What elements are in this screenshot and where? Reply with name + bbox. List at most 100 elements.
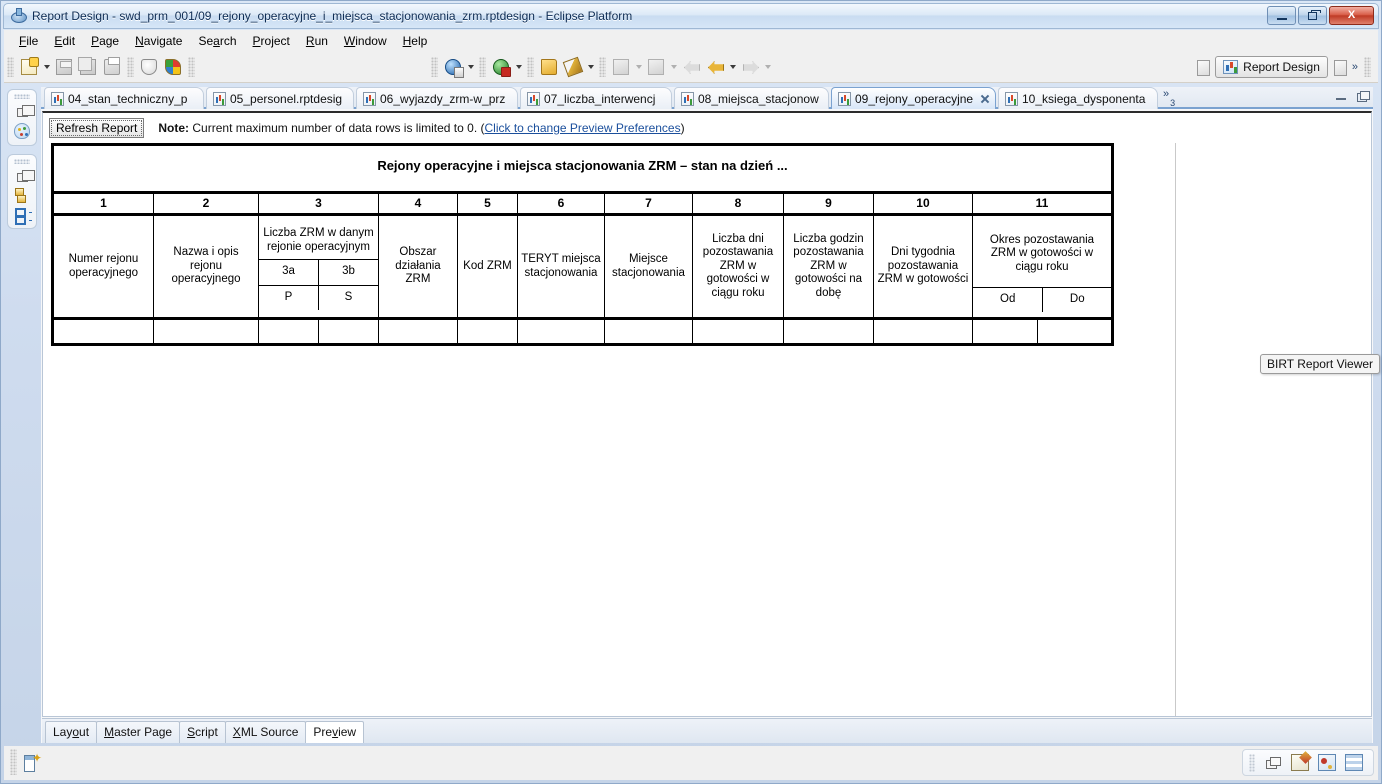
editor-page-tabs: Layout Master Page Script XML Source Pre… xyxy=(42,718,1372,743)
menu-search[interactable]: Search xyxy=(191,32,243,50)
toolbar-grip[interactable] xyxy=(599,56,606,77)
menu-edit[interactable]: Edit xyxy=(47,32,82,50)
rail-grip[interactable] xyxy=(14,159,30,164)
menu-project[interactable]: Project xyxy=(246,32,297,50)
cell-3a-p xyxy=(258,318,319,346)
rail-grip[interactable] xyxy=(14,94,30,99)
marker-icon[interactable] xyxy=(562,56,584,78)
other-perspective-icon[interactable] xyxy=(1331,57,1349,77)
editor-tab-09-active[interactable]: 09_rejony_operacyjne xyxy=(831,87,996,109)
perspective-overflow-icon[interactable]: » xyxy=(1352,61,1358,73)
last-edit-location-icon[interactable] xyxy=(680,56,702,78)
editor-tab-label: 08_miejsca_stacjonow xyxy=(698,91,819,106)
editor-tab-label: 05_personel.rptdesig xyxy=(230,91,343,106)
menu-navigate[interactable]: Navigate xyxy=(128,32,189,50)
report-design-icon[interactable] xyxy=(1318,754,1336,771)
note-prefix: Note: xyxy=(158,121,190,135)
maximize-editor-icon[interactable] xyxy=(1356,90,1370,102)
open-resource-icon[interactable] xyxy=(538,56,560,78)
editor-tab-07[interactable]: 07_liczba_interwencj xyxy=(520,87,672,109)
menu-window[interactable]: Window xyxy=(337,32,394,50)
marker-dropdown-icon[interactable] xyxy=(585,56,596,78)
restore-view-icon[interactable] xyxy=(16,105,35,117)
run-icon[interactable] xyxy=(490,56,512,78)
close-icon[interactable] xyxy=(979,93,991,105)
data-grid-icon[interactable] xyxy=(1345,754,1363,771)
selection-mode-icon xyxy=(22,751,42,772)
toolbar-grip[interactable] xyxy=(127,56,134,77)
editor-tab-overflow[interactable]: » 3 xyxy=(1163,88,1175,108)
report-file-icon xyxy=(681,91,694,106)
editor-tab-10[interactable]: 10_ksiega_dysponenta xyxy=(998,87,1158,109)
restore-trim-icon[interactable] xyxy=(1264,754,1282,771)
run-dropdown-icon[interactable] xyxy=(513,56,524,78)
previous-annotation-dropdown-icon[interactable] xyxy=(633,56,644,78)
property-list-icon[interactable] xyxy=(14,208,30,225)
print-icon[interactable] xyxy=(101,56,123,78)
status-grip[interactable] xyxy=(10,749,17,775)
preview-icon[interactable] xyxy=(138,56,160,78)
forward-icon[interactable] xyxy=(739,56,761,78)
outline-view-icon[interactable] xyxy=(14,188,30,203)
save-all-icon[interactable] xyxy=(77,56,99,78)
palette-view-icon[interactable] xyxy=(14,123,30,139)
colnum-6: 6 xyxy=(516,191,605,216)
restore-view-icon[interactable] xyxy=(16,170,35,182)
cell-obszar xyxy=(377,318,458,346)
minimize-editor-icon[interactable] xyxy=(1335,90,1348,102)
status-trim-grip[interactable] xyxy=(1249,753,1255,772)
menu-file[interactable]: File xyxy=(12,32,45,50)
save-icon[interactable] xyxy=(53,56,75,78)
open-perspective-icon[interactable] xyxy=(1194,57,1212,77)
header-sub-p: P xyxy=(259,285,319,310)
edit-report-icon[interactable] xyxy=(1291,754,1309,771)
perspective-report-design[interactable]: Report Design xyxy=(1215,56,1328,78)
okres-title-row: Okres pozostawania ZRM w gotowości w cią… xyxy=(972,221,1111,288)
editor-tab-05[interactable]: 05_personel.rptdesig xyxy=(206,87,354,109)
forward-dropdown-icon[interactable] xyxy=(762,56,773,78)
cell-kod-zrm xyxy=(456,318,518,346)
report-header-row: Numer rejonu operacyjnego Nazwa i opis r… xyxy=(51,214,1115,320)
back-icon[interactable] xyxy=(704,56,726,78)
tab-preview[interactable]: Preview xyxy=(305,721,365,743)
tab-xml-source[interactable]: XML Source xyxy=(224,721,307,743)
new-dropdown-icon[interactable] xyxy=(41,56,52,78)
report-file-icon xyxy=(51,91,64,106)
menu-run[interactable]: Run xyxy=(299,32,335,50)
cell-okres-do xyxy=(1037,318,1114,346)
colnum-11: 11 xyxy=(971,191,1115,216)
editor-tab-04[interactable]: 04_stan_techniczny_p xyxy=(44,87,204,109)
editor-tab-08[interactable]: 08_miejsca_stacjonow xyxy=(674,87,829,109)
menu-page[interactable]: Page xyxy=(84,32,126,50)
restore-button[interactable] xyxy=(1298,6,1327,25)
cell-okres-od xyxy=(971,318,1039,346)
perspective-grip[interactable] xyxy=(1364,57,1371,77)
editor-area: 04_stan_techniczny_p 05_personel.rptdesi… xyxy=(41,87,1373,743)
web-viewer-dropdown-icon[interactable] xyxy=(465,56,476,78)
tab-script[interactable]: Script xyxy=(179,721,226,743)
report-title-row: Rejony operacyjne i miejsca stacjonowani… xyxy=(51,143,1114,194)
web-viewer-icon[interactable] xyxy=(442,56,464,78)
preview-preferences-link[interactable]: Click to change Preview Preferences xyxy=(485,121,681,135)
toolbar-grip[interactable] xyxy=(188,56,195,77)
back-dropdown-icon[interactable] xyxy=(727,56,738,78)
next-annotation-dropdown-icon[interactable] xyxy=(668,56,679,78)
refresh-report-button[interactable]: Refresh Report xyxy=(49,118,145,138)
header-okres-do: Do xyxy=(1069,292,1085,305)
next-annotation-icon[interactable] xyxy=(645,56,667,78)
toolbar-grip[interactable] xyxy=(527,56,534,77)
tab-master-page[interactable]: Master Page xyxy=(96,721,181,743)
close-button[interactable]: X xyxy=(1329,6,1374,25)
toolbar-grip[interactable] xyxy=(7,56,14,77)
subgroup-ps-row: P S xyxy=(259,285,378,310)
previous-annotation-icon[interactable] xyxy=(610,56,632,78)
menu-help[interactable]: Help xyxy=(396,32,435,50)
new-icon[interactable] xyxy=(18,56,40,78)
editor-tab-06[interactable]: 06_wyjazdy_zrm-w_prz xyxy=(356,87,518,109)
colors-icon[interactable] xyxy=(162,56,184,78)
tab-layout[interactable]: Layout xyxy=(45,721,98,743)
toolbar-grip[interactable] xyxy=(431,56,438,77)
toolbar-grip[interactable] xyxy=(479,56,486,77)
minimize-button[interactable] xyxy=(1267,6,1296,25)
window-controls: X xyxy=(1267,6,1374,25)
